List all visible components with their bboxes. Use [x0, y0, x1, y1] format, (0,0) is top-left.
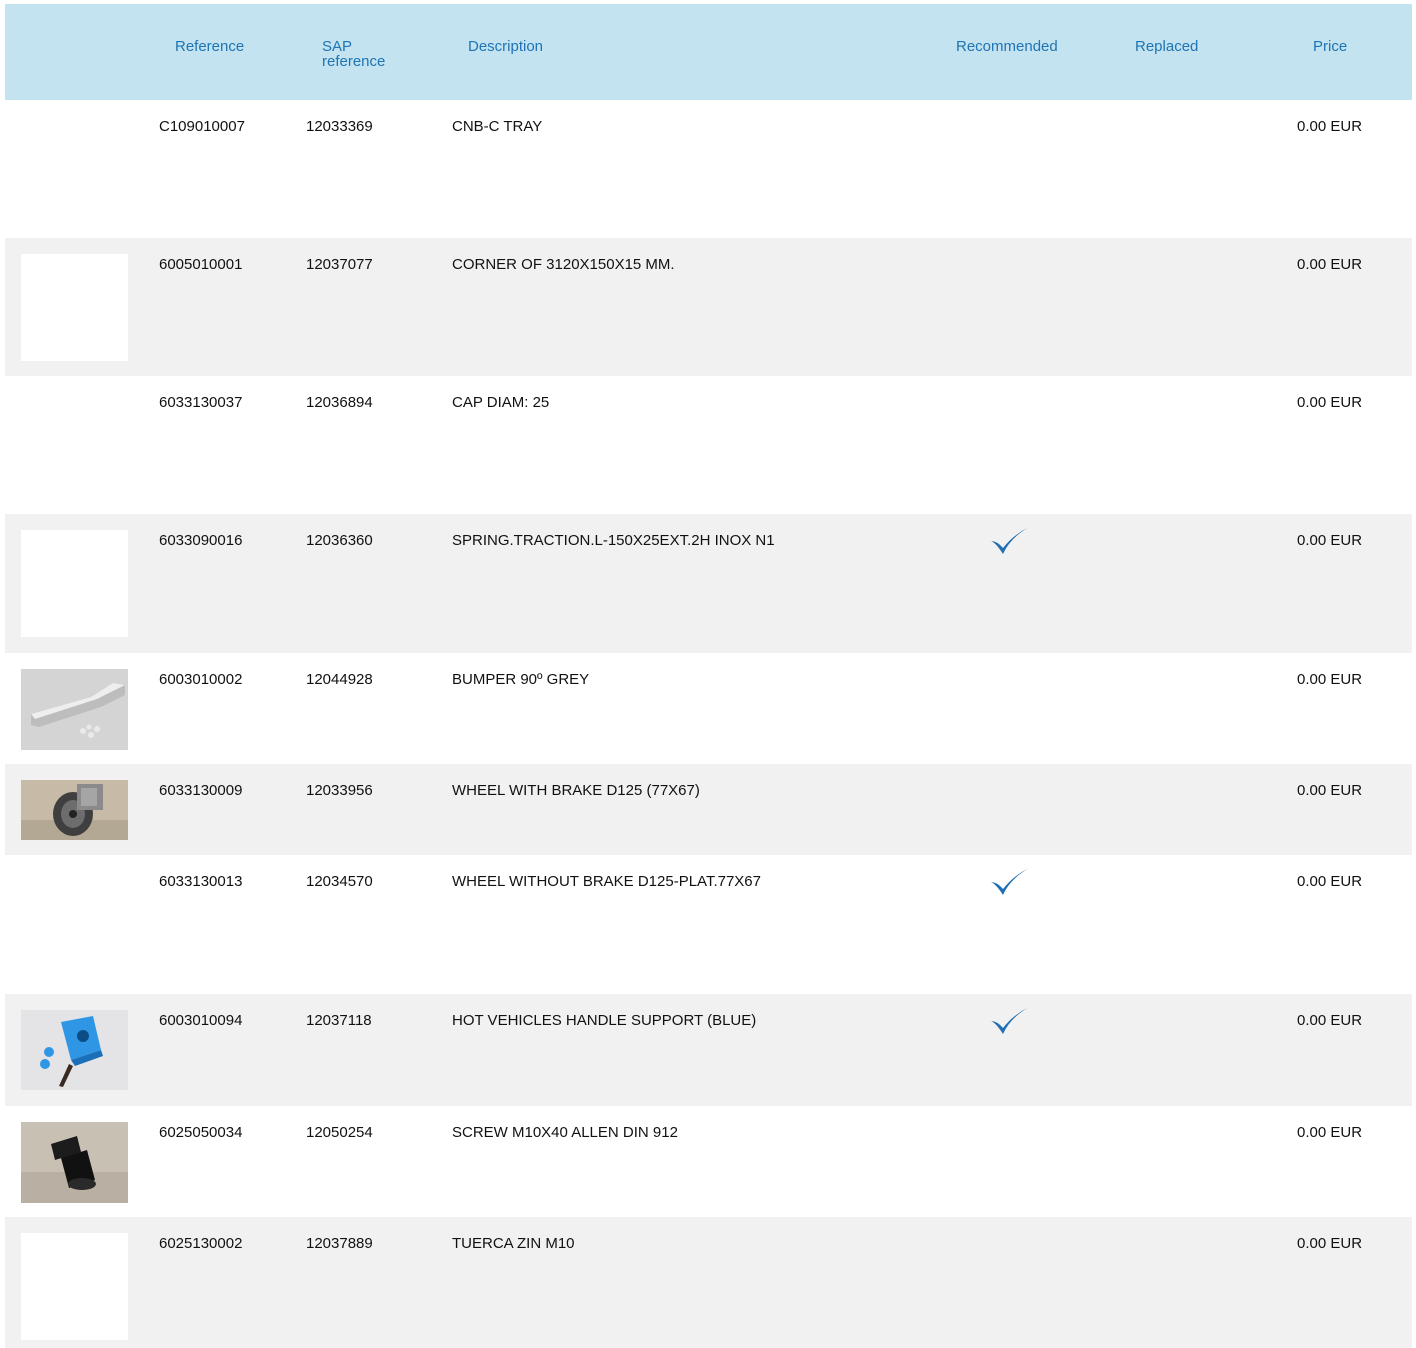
- price-cell: 0.00 EUR: [1297, 118, 1363, 135]
- table-row[interactable]: 6033130037 12036894 CAP DIAM: 25 0.00 EU…: [5, 376, 1412, 514]
- parts-table: Reference SAP reference Description Reco…: [5, 4, 1412, 1348]
- recommended-check-icon: [991, 1007, 1029, 1034]
- description-cell: CORNER OF 3120X150X15 MM.: [452, 256, 675, 273]
- wheel-photo[interactable]: [21, 780, 128, 840]
- description-cell: CNB-C TRAY: [452, 118, 543, 135]
- column-header-recommended[interactable]: Recommended: [956, 39, 1058, 54]
- reference-cell[interactable]: C109010007: [159, 119, 245, 134]
- reference-cell[interactable]: 6005010001: [159, 257, 242, 272]
- price-cell: 0.00 EUR: [1297, 1235, 1363, 1252]
- description-cell: TUERCA ZIN M10: [452, 1235, 575, 1252]
- table-row[interactable]: 6033130009 12033956 WHEEL WITH BRAKE D12…: [5, 764, 1412, 855]
- sap-reference-cell: 12034570: [306, 873, 373, 890]
- column-header-price[interactable]: Price: [1313, 39, 1347, 54]
- blue-handle-photo[interactable]: [21, 1010, 128, 1090]
- column-header-sap-reference[interactable]: SAP reference: [322, 39, 412, 69]
- price-cell: 0.00 EUR: [1297, 873, 1363, 890]
- sap-reference-cell: 12037889: [306, 1235, 373, 1252]
- reference-cell[interactable]: 6003010002: [159, 672, 242, 687]
- product-thumbnail[interactable]: [21, 1233, 128, 1340]
- reference-cell[interactable]: 6003010094: [159, 1013, 242, 1028]
- reference-cell[interactable]: 6033090016: [159, 533, 242, 548]
- description-cell: HOT VEHICLES HANDLE SUPPORT (BLUE): [452, 1012, 757, 1029]
- sap-reference-cell: 12044928: [306, 671, 373, 688]
- column-header-sap-line2: reference: [322, 53, 386, 70]
- column-header-sap-line1: SAP: [322, 38, 353, 55]
- price-cell: 0.00 EUR: [1297, 394, 1363, 411]
- table-row[interactable]: 6025050034 12050254 SCREW M10X40 ALLEN D…: [5, 1106, 1412, 1217]
- sap-reference-cell: 12036894: [306, 394, 373, 411]
- column-header-replaced[interactable]: Replaced: [1135, 39, 1198, 54]
- table-row[interactable]: C109010007 12033369 CNB-C TRAY 0.00 EUR: [5, 100, 1412, 238]
- screw-photo[interactable]: [21, 1122, 128, 1203]
- sap-reference-cell: 12033956: [306, 782, 373, 799]
- reference-cell[interactable]: 6033130037: [159, 395, 242, 410]
- price-cell: 0.00 EUR: [1297, 256, 1363, 273]
- table-row[interactable]: 6003010094 12037118 HOT VEHICLES HANDLE …: [5, 994, 1412, 1106]
- product-thumbnail[interactable]: [21, 254, 128, 361]
- sap-reference-cell: 12050254: [306, 1124, 373, 1141]
- description-cell: SCREW M10X40 ALLEN DIN 912: [452, 1124, 678, 1141]
- reference-cell[interactable]: 6025050034: [159, 1125, 242, 1140]
- sap-reference-cell: 12036360: [306, 532, 373, 549]
- bumper-photo[interactable]: [21, 669, 128, 750]
- price-cell: 0.00 EUR: [1297, 671, 1363, 688]
- description-cell: CAP DIAM: 25: [452, 394, 550, 411]
- description-cell: BUMPER 90º GREY: [452, 671, 590, 688]
- table-row[interactable]: 6003010002 12044928 BUMPER 90º GREY 0.00…: [5, 653, 1412, 764]
- column-header-reference[interactable]: Reference: [175, 39, 244, 54]
- table-header: Reference SAP reference Description Reco…: [5, 4, 1412, 100]
- price-cell: 0.00 EUR: [1297, 1012, 1363, 1029]
- description-cell: WHEEL WITH BRAKE D125 (77X67): [452, 782, 700, 799]
- table-row[interactable]: 6033090016 12036360 SPRING.TRACTION.L-15…: [5, 514, 1412, 653]
- reference-cell[interactable]: 6025130002: [159, 1236, 242, 1251]
- recommended-check-icon: [991, 527, 1029, 554]
- price-cell: 0.00 EUR: [1297, 1124, 1363, 1141]
- table-row[interactable]: 6025130002 12037889 TUERCA ZIN M10 0.00 …: [5, 1217, 1412, 1348]
- table-row[interactable]: 6005010001 12037077 CORNER OF 3120X150X1…: [5, 238, 1412, 376]
- description-cell: WHEEL WITHOUT BRAKE D125-PLAT.77X67: [452, 873, 761, 890]
- description-cell: SPRING.TRACTION.L-150X25EXT.2H INOX N1: [452, 532, 775, 549]
- reference-cell[interactable]: 6033130013: [159, 874, 242, 889]
- price-cell: 0.00 EUR: [1297, 532, 1363, 549]
- reference-cell[interactable]: 6033130009: [159, 783, 242, 798]
- sap-reference-cell: 12037077: [306, 256, 373, 273]
- sap-reference-cell: 12037118: [306, 1012, 372, 1029]
- product-thumbnail[interactable]: [21, 530, 128, 637]
- sap-reference-cell: 12033369: [306, 118, 373, 135]
- column-header-description[interactable]: Description: [468, 39, 543, 54]
- price-cell: 0.00 EUR: [1297, 782, 1363, 799]
- table-row[interactable]: 6033130013 12034570 WHEEL WITHOUT BRAKE …: [5, 855, 1412, 994]
- recommended-check-icon: [991, 868, 1029, 895]
